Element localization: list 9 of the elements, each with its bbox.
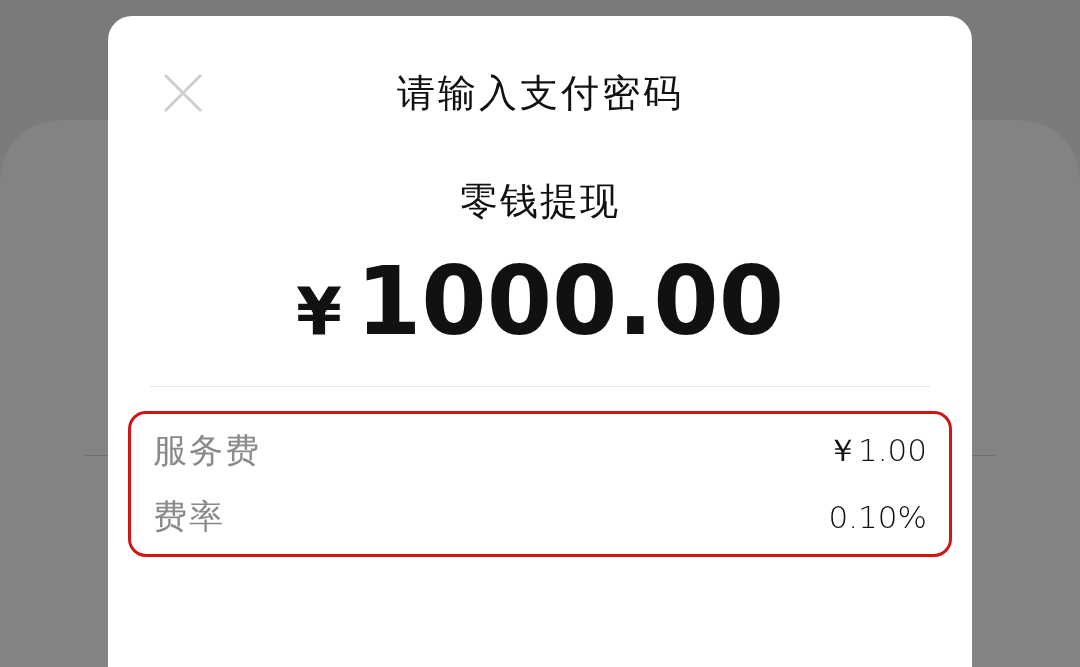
dialog-title: 请输入支付密码: [396, 69, 684, 117]
fee-value: 0.10%: [828, 499, 927, 535]
currency-symbol: ¥: [295, 273, 342, 350]
fee-label: 服务费: [153, 429, 261, 472]
close-icon[interactable]: [163, 73, 203, 113]
fee-value: ￥1.00: [826, 431, 927, 470]
transaction-type: 零钱提现: [459, 178, 621, 225]
fee-label: 费率: [153, 495, 225, 538]
amount: 1000.00: [355, 247, 785, 356]
